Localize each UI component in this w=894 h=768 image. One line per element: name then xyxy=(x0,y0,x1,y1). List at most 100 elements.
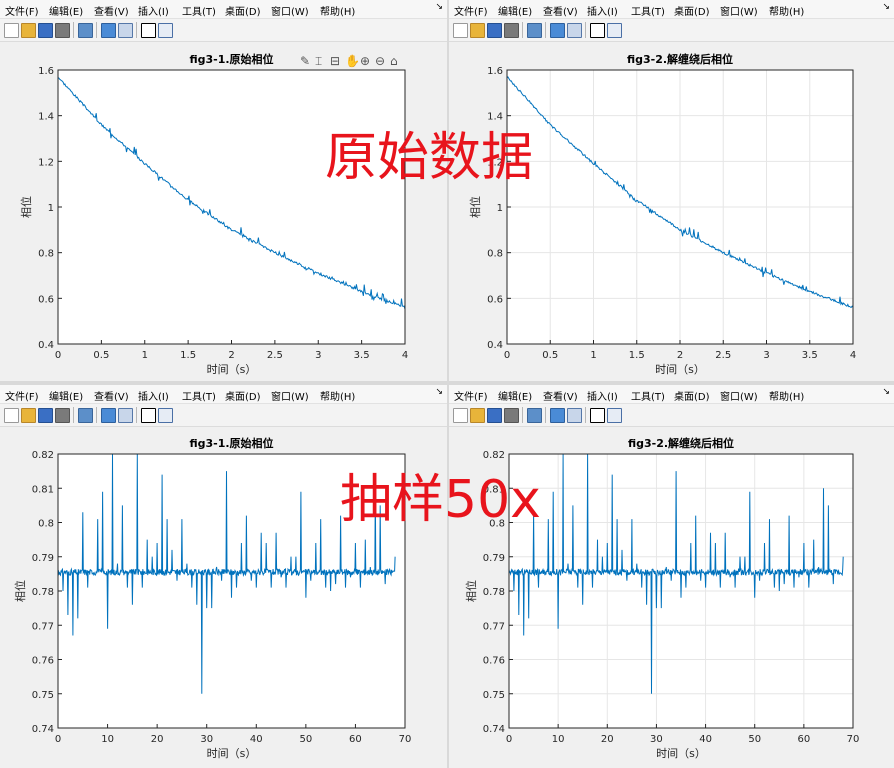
save-icon[interactable] xyxy=(487,408,502,423)
edit-plot-icon[interactable] xyxy=(141,408,156,423)
link-figure-icon[interactable] xyxy=(78,23,93,38)
x-tick-label: 2 xyxy=(677,350,683,361)
open-folder-icon[interactable] xyxy=(21,23,36,38)
menu-desktop[interactable]: 桌面(D) xyxy=(674,3,710,18)
menu-help[interactable]: 帮助(H) xyxy=(320,388,355,403)
print-icon[interactable] xyxy=(504,408,519,423)
insert-legend-icon[interactable] xyxy=(567,408,582,423)
linked-plot-icon[interactable]: ⊟ xyxy=(330,54,340,68)
x-tick-label: 4 xyxy=(850,350,856,361)
insert-legend-icon[interactable] xyxy=(567,23,582,38)
x-tick-label: 3 xyxy=(315,350,321,361)
link-figure-icon[interactable] xyxy=(527,23,542,38)
save-icon[interactable] xyxy=(38,23,53,38)
menu-insert[interactable]: 插入(I) xyxy=(587,388,618,403)
figure-toolbar xyxy=(449,404,894,427)
dock-arrow-icon[interactable]: ↘ xyxy=(882,2,890,12)
toolbar-separator xyxy=(96,407,97,423)
edit-plot-icon[interactable] xyxy=(590,23,605,38)
menu-bar: 文件(F) 编辑(E) 查看(V) 插入(I) 工具(T) 桌面(D) 窗口(W) 帮助(H)… xyxy=(449,385,894,404)
menu-window[interactable]: 窗口(W) xyxy=(720,3,758,18)
y-tick-label: 0.4 xyxy=(38,340,54,351)
y-tick-label: 0.4 xyxy=(487,340,503,351)
menu-desktop[interactable]: 桌面(D) xyxy=(225,388,261,403)
insert-colorbar-icon[interactable] xyxy=(550,408,565,423)
print-icon[interactable] xyxy=(55,408,70,423)
edit-plot-icon[interactable] xyxy=(141,23,156,38)
menu-help[interactable]: 帮助(H) xyxy=(320,3,355,18)
menu-file[interactable]: 文件(F) xyxy=(5,388,39,403)
insert-legend-icon[interactable] xyxy=(118,23,133,38)
menu-edit[interactable]: 编辑(E) xyxy=(498,388,532,403)
y-tick-label: 0.78 xyxy=(32,587,54,598)
property-inspector-icon[interactable] xyxy=(158,23,173,38)
new-file-icon[interactable] xyxy=(453,408,468,423)
menu-insert[interactable]: 插入(I) xyxy=(587,3,618,18)
open-folder-icon[interactable] xyxy=(21,408,36,423)
menu-insert[interactable]: 插入(I) xyxy=(138,388,169,403)
insert-colorbar-icon[interactable] xyxy=(101,408,116,423)
menu-edit[interactable]: 编辑(E) xyxy=(49,388,83,403)
y-tick-label: 0.6 xyxy=(487,294,503,305)
zoom-out-icon[interactable]: ⊖ xyxy=(375,54,385,68)
menu-tools[interactable]: 工具(T) xyxy=(182,388,216,403)
insert-legend-icon[interactable] xyxy=(118,408,133,423)
dock-arrow-icon[interactable]: ↘ xyxy=(435,2,443,12)
figure-toolbar xyxy=(449,19,894,42)
data-tip-icon[interactable]: ⌶ xyxy=(315,54,322,68)
print-icon[interactable] xyxy=(55,23,70,38)
menu-tools[interactable]: 工具(T) xyxy=(182,3,216,18)
menu-edit[interactable]: 编辑(E) xyxy=(498,3,532,18)
dock-arrow-icon[interactable]: ↘ xyxy=(435,387,443,397)
insert-colorbar-icon[interactable] xyxy=(101,23,116,38)
menu-view[interactable]: 查看(V) xyxy=(94,388,129,403)
y-tick-label: 0.8 xyxy=(38,249,54,260)
menu-file[interactable]: 文件(F) xyxy=(454,388,488,403)
dock-arrow-icon[interactable]: ↘ xyxy=(882,387,890,397)
menu-file[interactable]: 文件(F) xyxy=(5,3,39,18)
save-icon[interactable] xyxy=(487,23,502,38)
menu-tools[interactable]: 工具(T) xyxy=(631,3,665,18)
print-icon[interactable] xyxy=(504,23,519,38)
menu-insert[interactable]: 插入(I) xyxy=(138,3,169,18)
menu-window[interactable]: 窗口(W) xyxy=(271,388,309,403)
zoom-in-icon[interactable]: ⊕ xyxy=(360,54,370,68)
new-file-icon[interactable] xyxy=(4,408,19,423)
chart-title: fig3-1.原始相位 xyxy=(189,52,273,66)
x-tick-label: 2 xyxy=(228,350,234,361)
y-axis-label: 相位 xyxy=(468,196,482,218)
x-axis-label: 时间（s） xyxy=(655,363,705,376)
menu-help[interactable]: 帮助(H) xyxy=(769,3,804,18)
menu-bar: 文件(F) 编辑(E) 查看(V) 插入(I) 工具(T) 桌面(D) 窗口(W) 帮助(H)… xyxy=(0,385,447,404)
menu-desktop[interactable]: 桌面(D) xyxy=(674,388,710,403)
y-tick-label: 0.74 xyxy=(483,724,505,735)
save-icon[interactable] xyxy=(38,408,53,423)
menu-window[interactable]: 窗口(W) xyxy=(720,388,758,403)
menu-tools[interactable]: 工具(T) xyxy=(631,388,665,403)
menu-edit[interactable]: 编辑(E) xyxy=(49,3,83,18)
new-file-icon[interactable] xyxy=(453,23,468,38)
property-inspector-icon[interactable] xyxy=(607,408,622,423)
brush-icon[interactable]: ✎ xyxy=(300,54,310,68)
property-inspector-icon[interactable] xyxy=(158,408,173,423)
y-tick-label: 0.8 xyxy=(38,519,54,530)
menu-desktop[interactable]: 桌面(D) xyxy=(225,3,261,18)
menu-window[interactable]: 窗口(W) xyxy=(271,3,309,18)
insert-colorbar-icon[interactable] xyxy=(550,23,565,38)
property-inspector-icon[interactable] xyxy=(607,23,622,38)
open-folder-icon[interactable] xyxy=(470,408,485,423)
menu-view[interactable]: 查看(V) xyxy=(543,388,578,403)
new-file-icon[interactable] xyxy=(4,23,19,38)
menu-file[interactable]: 文件(F) xyxy=(454,3,488,18)
menu-view[interactable]: 查看(V) xyxy=(543,3,578,18)
link-figure-icon[interactable] xyxy=(527,408,542,423)
open-folder-icon[interactable] xyxy=(470,23,485,38)
y-tick-label: 0.6 xyxy=(38,294,54,305)
menu-help[interactable]: 帮助(H) xyxy=(769,388,804,403)
edit-plot-icon[interactable] xyxy=(590,408,605,423)
overlay-label-sampled: 抽样50x xyxy=(340,470,541,530)
pan-icon[interactable]: ✋ xyxy=(345,54,360,68)
menu-view[interactable]: 查看(V) xyxy=(94,3,129,18)
home-icon[interactable]: ⌂ xyxy=(390,54,398,68)
link-figure-icon[interactable] xyxy=(78,408,93,423)
